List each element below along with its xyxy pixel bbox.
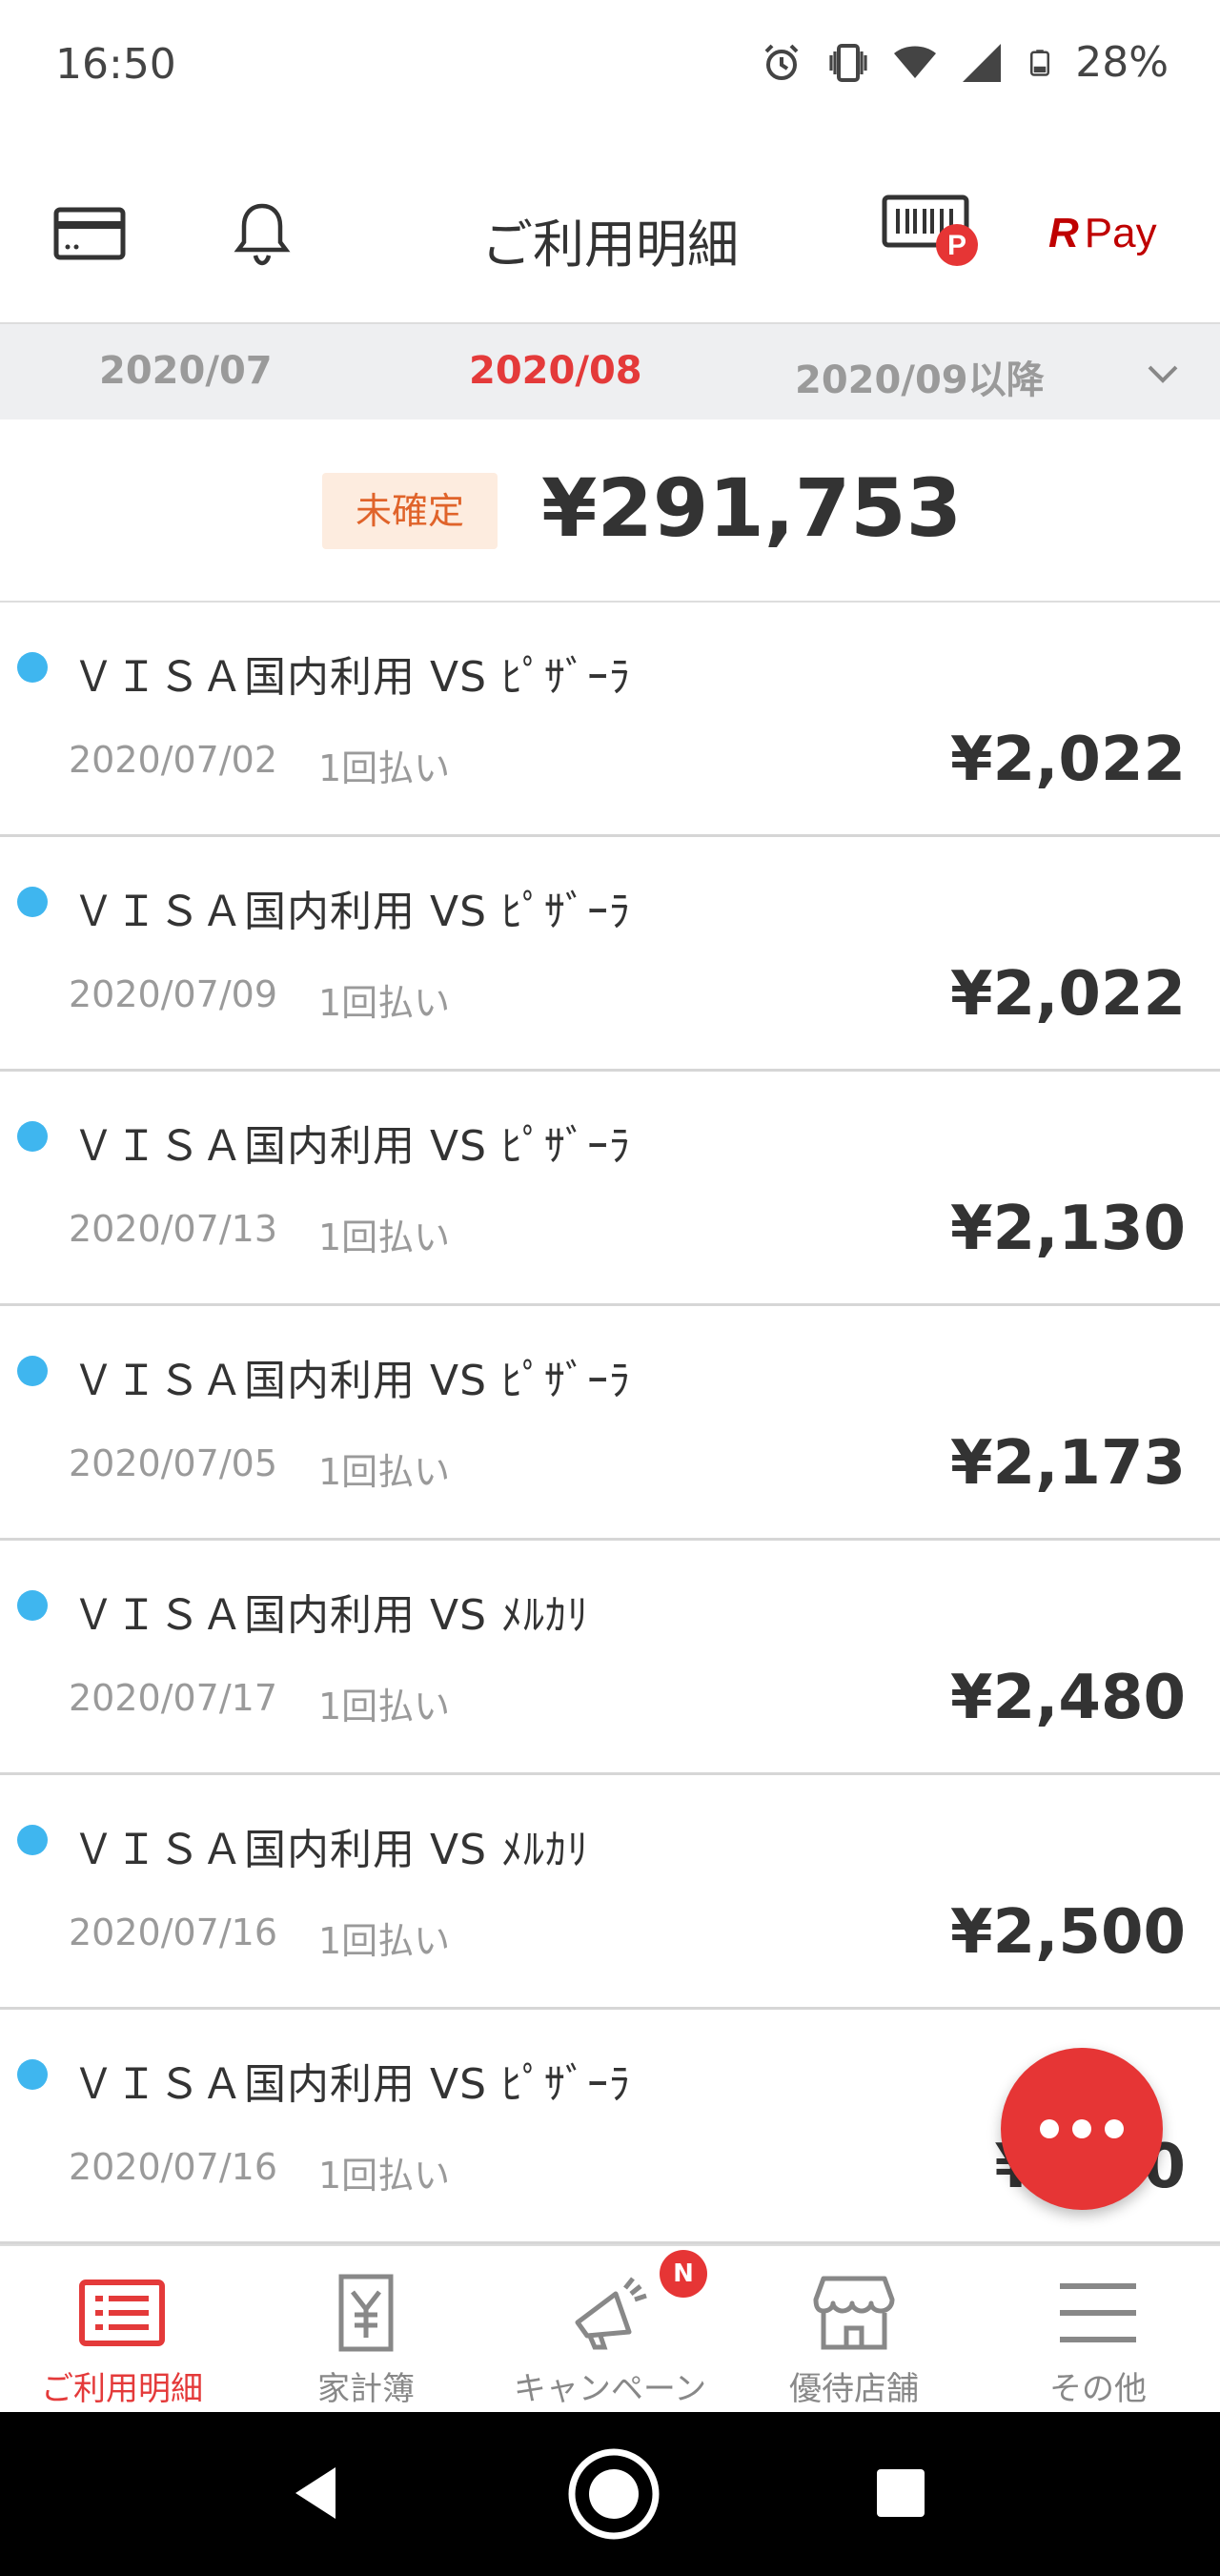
transaction-amount: ¥2,130 xyxy=(950,1194,1186,1264)
status-badge: 未確定 xyxy=(322,473,498,549)
app-header: ご利用明細 P R Pay xyxy=(0,143,1220,324)
status-time: 16:50 xyxy=(55,40,176,89)
transaction-date: 2020/07/05 xyxy=(69,1442,278,1484)
transaction-title: ＶＩＳＡ国内利用 VS ﾒﾙｶﾘ xyxy=(72,1826,590,1874)
more-dots-icon xyxy=(1040,2119,1124,2138)
transaction-date: 2020/07/02 xyxy=(69,739,278,781)
status-dot xyxy=(17,1590,48,1621)
transaction-amount: ¥2,500 xyxy=(950,1897,1186,1968)
chevron-down-icon[interactable] xyxy=(1144,355,1182,393)
status-bar: 16:50 28% xyxy=(0,0,1220,143)
payment-plan: 1回払い xyxy=(318,2155,451,2197)
alarm-icon xyxy=(764,44,799,80)
transaction-row[interactable]: ＶＩＳＡ国内利用 VS ﾋﾟｻﾞｰﾗ 2020/07/13 1回払い ¥2,13… xyxy=(0,1072,1220,1306)
nav-item-shops[interactable]: 優待店舗 xyxy=(732,2246,976,2414)
notification-button[interactable] xyxy=(229,200,295,267)
svg-text:P: P xyxy=(947,230,966,261)
nav-label: その他 xyxy=(1049,2370,1147,2408)
barcode-point-button[interactable]: P xyxy=(881,194,986,266)
transaction-row[interactable]: ＶＩＳＡ国内利用 VS ﾋﾟｻﾞｰﾗ 2020/07/09 1回払い ¥2,02… xyxy=(0,837,1220,1072)
new-badge: N xyxy=(660,2250,707,2298)
nav-label: キャンペーン xyxy=(513,2370,707,2408)
recents-icon[interactable] xyxy=(858,2450,944,2536)
more-actions-button[interactable] xyxy=(1001,2048,1163,2210)
transaction-row[interactable]: ＶＩＳＡ国内利用 VS ﾒﾙｶﾘ 2020/07/17 1回払い ¥2,480 xyxy=(0,1541,1220,1775)
transaction-row[interactable]: ＶＩＳＡ国内利用 VS ﾋﾟｻﾞｰﾗ 2020/07/05 1回払い ¥2,17… xyxy=(0,1306,1220,1541)
status-dot xyxy=(17,1121,48,1152)
transaction-amount: ¥2,173 xyxy=(950,1428,1186,1499)
nav-label: ご利用明細 xyxy=(41,2370,203,2408)
transaction-list: ＶＩＳＡ国内利用 VS ﾋﾟｻﾞｰﾗ 2020/07/02 1回払い ¥2,02… xyxy=(0,603,1220,2244)
status-dot xyxy=(17,887,48,917)
back-icon[interactable] xyxy=(276,2450,362,2536)
transaction-row[interactable]: ＶＩＳＡ国内利用 VS ﾒﾙｶﾘ 2020/07/16 1回払い ¥2,500 xyxy=(0,1775,1220,2010)
payment-plan: 1回払い xyxy=(318,1920,451,1962)
status-dot xyxy=(17,652,48,683)
status-dot xyxy=(17,1825,48,1855)
statement-list-icon xyxy=(79,2280,165,2346)
transaction-date: 2020/07/09 xyxy=(69,973,278,1015)
home-icon[interactable] xyxy=(566,2446,661,2542)
nav-item-household[interactable]: 家計簿 xyxy=(244,2246,488,2414)
status-dot xyxy=(17,2059,48,2090)
payment-plan: 1回払い xyxy=(318,982,451,1024)
barcode-point-icon: P xyxy=(882,194,978,266)
transaction-title: ＶＩＳＡ国内利用 VS ﾋﾟｻﾞｰﾗ xyxy=(72,1122,632,1171)
transaction-date: 2020/07/16 xyxy=(69,2146,278,2188)
system-nav-bar xyxy=(0,2412,1220,2576)
transaction-date: 2020/07/17 xyxy=(69,1677,278,1719)
transaction-title: ＶＩＳＡ国内利用 VS ﾒﾙｶﾘ xyxy=(72,1591,590,1640)
bell-icon xyxy=(234,203,291,266)
signal-icon xyxy=(963,43,1002,82)
tab-month-next[interactable]: 2020/09以降 xyxy=(795,349,1045,404)
transaction-title: ＶＩＳＡ国内利用 VS ﾋﾟｻﾞｰﾗ xyxy=(72,1357,632,1405)
menu-icon xyxy=(1060,2283,1136,2342)
transaction-title: ＶＩＳＡ国内利用 VS ﾋﾟｻﾞｰﾗ xyxy=(72,2060,632,2109)
month-tabs: 2020/07 2020/08 2020/09以降 xyxy=(0,324,1220,419)
payment-plan: 1回払い xyxy=(318,747,451,789)
nav-label: 家計簿 xyxy=(317,2370,415,2408)
household-book-icon xyxy=(338,2274,394,2352)
card-icon xyxy=(53,207,126,260)
vibrate-icon xyxy=(829,43,867,82)
page-title: ご利用明細 xyxy=(481,215,739,275)
transaction-row[interactable]: ＶＩＳＡ国内利用 VS ﾋﾟｻﾞｰﾗ 2020/07/02 1回払い ¥2,02… xyxy=(0,603,1220,837)
nav-item-statement[interactable]: ご利用明細 xyxy=(0,2246,244,2414)
transaction-title: ＶＩＳＡ国内利用 VS ﾋﾟｻﾞｰﾗ xyxy=(72,653,632,702)
transaction-title: ＶＩＳＡ国内利用 VS ﾋﾟｻﾞｰﾗ xyxy=(72,888,632,936)
payment-plan: 1回払い xyxy=(318,1686,451,1728)
nav-label: 優待店舗 xyxy=(789,2370,919,2408)
transaction-date: 2020/07/13 xyxy=(69,1208,278,1250)
status-icons: 28% xyxy=(759,38,1169,87)
tab-month-current[interactable]: 2020/08 xyxy=(469,349,642,393)
megaphone-icon xyxy=(575,2277,647,2350)
total-amount: ¥291,753 xyxy=(541,461,963,555)
wifi-icon xyxy=(894,46,937,78)
nav-item-other[interactable]: その他 xyxy=(976,2246,1220,2414)
battery-icon xyxy=(1030,49,1050,76)
transaction-date: 2020/07/16 xyxy=(69,1912,278,1953)
total-summary: 未確定 ¥291,753 xyxy=(0,419,1220,603)
bottom-nav: ご利用明細 家計簿 キャンペーン 優待店舗 その他 xyxy=(0,2244,1220,2414)
payment-plan: 1回払い xyxy=(318,1451,451,1493)
tab-month-prev[interactable]: 2020/07 xyxy=(99,349,273,393)
payment-plan: 1回払い xyxy=(318,1216,451,1258)
battery-percent: 28% xyxy=(1075,38,1169,87)
shop-icon xyxy=(813,2276,895,2350)
card-button[interactable] xyxy=(53,200,126,267)
transaction-amount: ¥2,480 xyxy=(950,1663,1186,1733)
rakuten-pay-link[interactable]: R Pay xyxy=(1048,210,1157,257)
status-dot xyxy=(17,1356,48,1386)
transaction-amount: ¥2,022 xyxy=(950,959,1186,1030)
transaction-amount: ¥2,022 xyxy=(950,725,1186,795)
